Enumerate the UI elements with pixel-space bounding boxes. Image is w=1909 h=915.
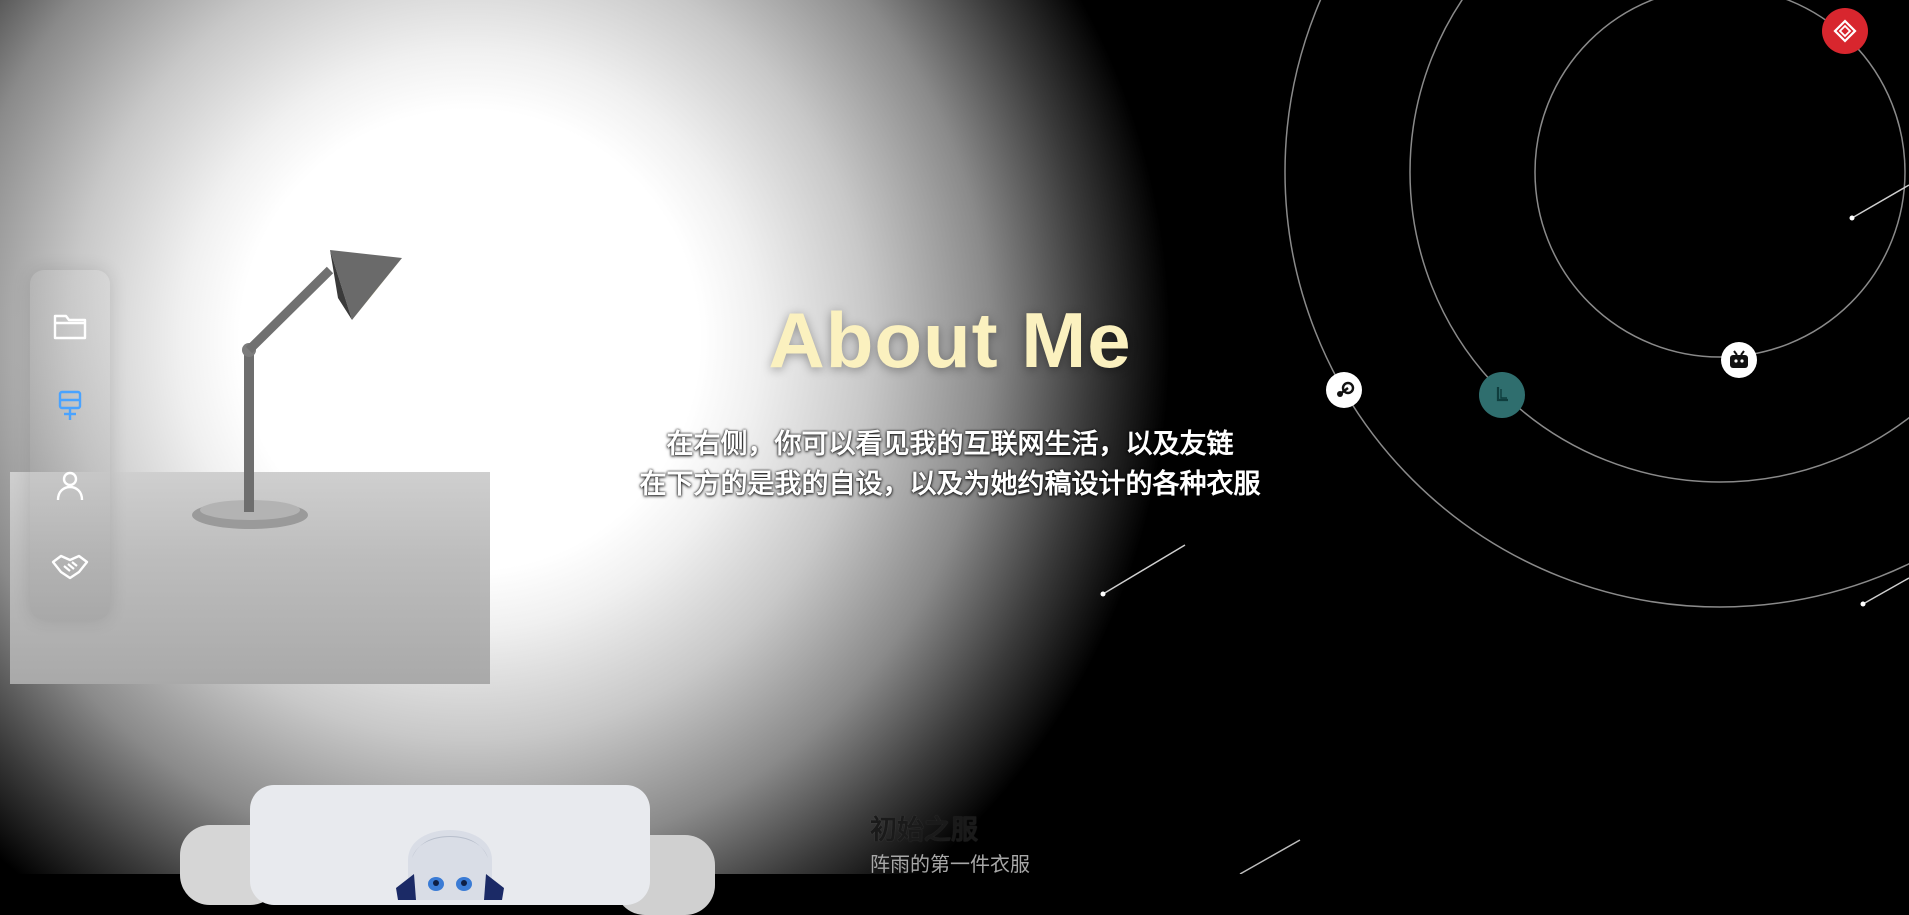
bilibili-link[interactable]: [1721, 342, 1757, 378]
character-avatar: [390, 800, 510, 900]
bilibili-tv-icon: [1726, 347, 1752, 373]
shooting-star: [1240, 840, 1300, 874]
outfit-subtitle: 阵雨的第一件衣服: [870, 848, 1030, 877]
orbit-rings: [0, 0, 1909, 874]
shooting-star: [1101, 545, 1186, 597]
outfit-title: 初始之服: [870, 808, 978, 847]
diamond-logo-icon: [1832, 18, 1858, 44]
steam-icon: [1331, 377, 1357, 403]
steam-link[interactable]: [1326, 372, 1362, 408]
anime-site-link[interactable]: [1479, 372, 1525, 418]
shooting-star: [1861, 578, 1909, 607]
anime-l-icon: [1489, 382, 1515, 408]
brand-logo-link[interactable]: [1822, 8, 1868, 54]
